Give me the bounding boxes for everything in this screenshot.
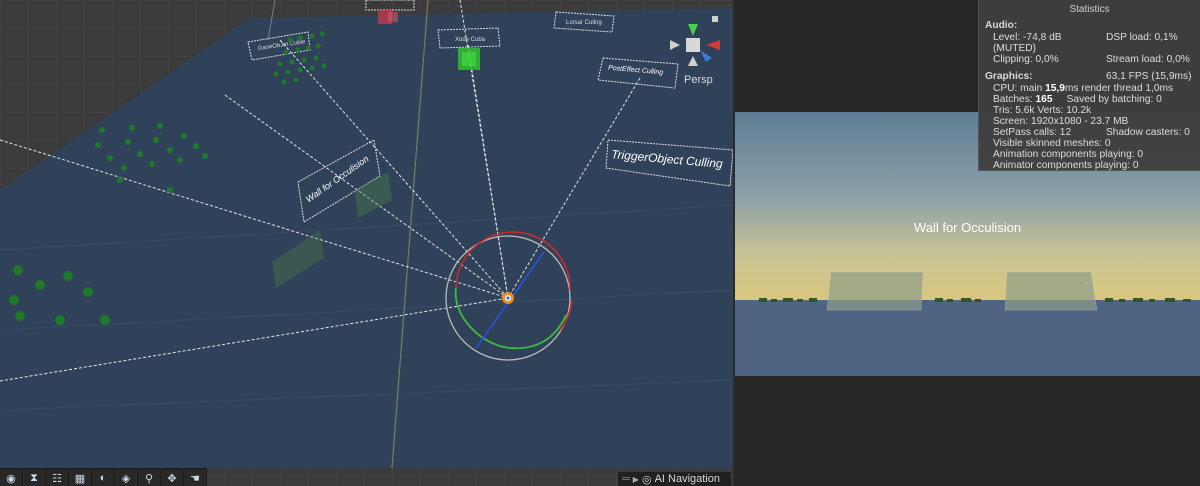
- green-cube: [458, 48, 480, 70]
- layers-tool-icon[interactable]: ◈: [115, 469, 138, 486]
- scene-view[interactable]: GaoeObJet Cuble Xode Cuba Lorsar Culing: [0, 0, 733, 486]
- audio-level: Level: -74,8 dB (MUTED): [993, 32, 1062, 54]
- svg-text:Xode Cuba: Xode Cuba: [455, 37, 486, 43]
- graphics-batches: Batches: 165 Saved by batching: 0: [993, 94, 1162, 105]
- graphics-animator-components: Animator components playing: 0: [993, 160, 1139, 171]
- ai-navigation-overlay[interactable]: ═ ▶ ◎ AI Navigation: [618, 472, 731, 486]
- audio-clipping: Clipping: 0,0%: [993, 54, 1059, 65]
- graphics-setpass-row: SetPass calls: 12 Shadow casters: 0: [985, 127, 1194, 138]
- search-tool-icon[interactable]: ⚲: [138, 469, 161, 486]
- move-tool-icon[interactable]: ✥: [161, 469, 184, 486]
- view-tool-icon[interactable]: ◉: [0, 469, 23, 486]
- graphics-cpu: CPU: main 15,9ms render thread 1,0ms: [993, 83, 1174, 94]
- game-view[interactable]: Wall for Occulision - · - Statistics Aud…: [735, 0, 1200, 486]
- hierarchy-tool-icon[interactable]: ☷: [46, 469, 69, 486]
- statistics-panel: Statistics Audio: Level: -74,8 dB (MUTED…: [978, 0, 1200, 171]
- unity-editor-root: GaoeObJet Cuble Xode Cuba Lorsar Culing: [0, 0, 1200, 486]
- compass-icon: ◎: [641, 473, 652, 486]
- graphics-tris: Tris: 5.6k Verts: 10.2k: [993, 105, 1092, 116]
- graphics-animation-components: Animation components playing: 0: [993, 149, 1144, 160]
- hand-tool-icon[interactable]: ☚: [184, 469, 207, 486]
- graphics-visible-skinned: Visible skinned meshes: 0: [993, 138, 1111, 149]
- audio-row-2: Clipping: 0,0% Stream load: 0,0%: [985, 54, 1194, 65]
- persp-toggle[interactable]: Persp: [684, 74, 713, 86]
- graphics-fps: 63,1 FPS (15,9ms): [1106, 71, 1192, 82]
- graphics-section-title: Graphics:: [985, 71, 1033, 82]
- audio-stream-load: Stream load: 0,0%: [1106, 54, 1190, 65]
- graphics-shadow-casters: Shadow casters: 0: [1106, 127, 1190, 138]
- expand-arrow-icon[interactable]: ▶: [633, 475, 639, 484]
- audio-dsp-load: DSP load: 0,1%: [1106, 32, 1178, 43]
- statistics-title: Statistics: [1069, 4, 1110, 15]
- svg-text:Lorsar Culing: Lorsar Culing: [566, 20, 602, 26]
- hourglass-tool-icon[interactable]: ⧗: [23, 469, 46, 486]
- audio-row-1: Level: -74,8 dB (MUTED) DSP load: 0,1%: [985, 32, 1194, 54]
- game-wall-right: [1004, 271, 1098, 311]
- game-wall-caption: Wall for Occulision: [913, 220, 1022, 235]
- grid-tool-icon[interactable]: ▦: [69, 469, 92, 486]
- game-wall-left: [826, 271, 924, 311]
- graphics-setpass: SetPass calls: 12: [993, 127, 1072, 138]
- graphics-screen: Screen: 1920x1080 - 23.7 MB: [993, 116, 1129, 127]
- game-small-caption: - · -: [1087, 280, 1095, 286]
- moon-tool-icon[interactable]: ◐: [92, 469, 115, 486]
- audio-section-title: Audio:: [985, 20, 1018, 31]
- ai-navigation-label: AI Navigation: [654, 473, 720, 485]
- graphics-header: Graphics: 63,1 FPS (15,9ms): [985, 71, 1194, 83]
- drag-handle-icon[interactable]: ═: [622, 473, 630, 485]
- scene-tools-toolbar: ◉ ⧗ ☷ ▦ ◐ ◈ ⚲ ✥ ☚: [0, 468, 207, 486]
